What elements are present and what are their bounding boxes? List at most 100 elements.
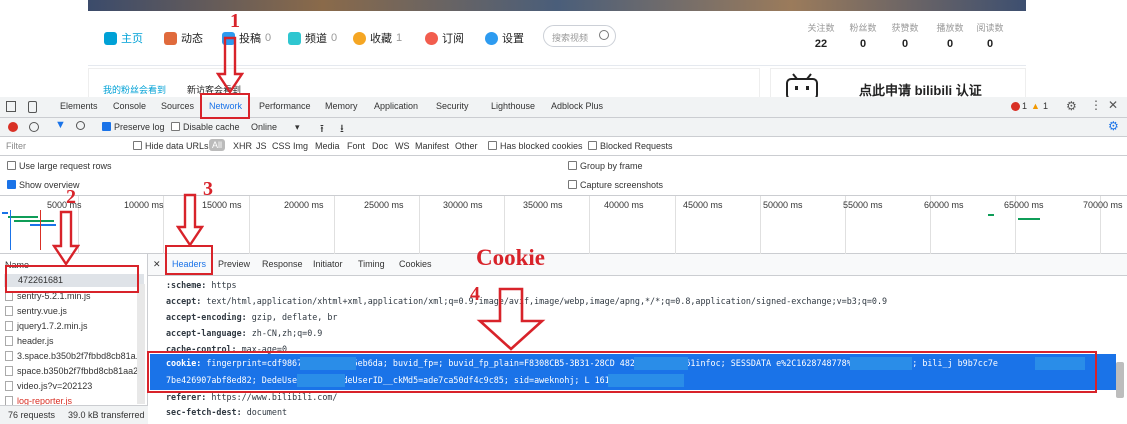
type-filter-css[interactable]: CSS xyxy=(272,141,291,151)
tab-performance[interactable]: Performance xyxy=(259,101,311,111)
type-filter-media[interactable]: Media xyxy=(315,141,340,151)
details-tab-bar: ✕ Headers Preview Response Initiator Tim… xyxy=(148,254,1127,276)
network-status-bar: 76 requests 39.0 kB transferred xyxy=(0,405,148,424)
type-filter-doc[interactable]: Doc xyxy=(372,141,388,151)
tab-preview[interactable]: Preview xyxy=(218,259,250,269)
search-icon[interactable] xyxy=(76,121,85,130)
file-icon xyxy=(5,306,13,316)
record-icon[interactable] xyxy=(8,122,18,132)
tab-lighthouse[interactable]: Lighthouse xyxy=(491,101,535,111)
clear-icon[interactable] xyxy=(29,122,39,132)
tab-memory[interactable]: Memory xyxy=(325,101,358,111)
stat-plays: 播放数 0 xyxy=(936,23,964,50)
request-details-panel: ✕ Headers Preview Response Initiator Tim… xyxy=(148,254,1127,424)
video-search-input[interactable]: 搜索视频 xyxy=(543,25,616,47)
capture-screenshots-checkbox[interactable]: Capture screenshots xyxy=(568,180,663,190)
warning-icon[interactable]: ▲ xyxy=(1031,101,1040,111)
type-filter-other[interactable]: Other xyxy=(455,141,478,151)
stat-likes: 获赞数 0 xyxy=(891,23,919,50)
tab-elements[interactable]: Elements xyxy=(60,101,98,111)
header-line[interactable]: accept-language: zh-CN,zh;q=0.9 xyxy=(166,328,322,338)
tab-security[interactable]: Security xyxy=(436,101,469,111)
tab-application[interactable]: Application xyxy=(374,101,418,111)
settings-gear-icon[interactable]: ⚙ xyxy=(1066,99,1077,113)
filter-input[interactable]: Filter xyxy=(6,141,26,151)
devtools-tab-bar: Elements Console Sources Network Perform… xyxy=(0,97,1127,118)
large-rows-checkbox[interactable]: Use large request rows xyxy=(7,161,112,171)
verify-promo-card[interactable]: 点此申请 bilibili 认证 xyxy=(770,68,1026,99)
group-by-frame-checkbox[interactable]: Group by frame xyxy=(568,161,643,171)
blocked-requests-checkbox[interactable]: Blocked Requests xyxy=(588,141,673,151)
inspect-element-icon[interactable] xyxy=(6,101,16,112)
type-filter-js[interactable]: JS xyxy=(256,141,267,151)
dynamic-icon xyxy=(164,31,177,45)
header-line[interactable]: accept-encoding: gzip, deflate, br xyxy=(166,312,337,322)
type-filter-manifest[interactable]: Manifest xyxy=(415,141,449,151)
close-details-icon[interactable]: ✕ xyxy=(153,259,161,270)
network-settings-gear-icon[interactable]: ⚙ xyxy=(1108,119,1119,133)
tab-console[interactable]: Console xyxy=(113,101,146,111)
tick-label: 15000 ms xyxy=(202,200,242,210)
close-icon[interactable]: ✕ xyxy=(1108,98,1118,112)
type-filter-ws[interactable]: WS xyxy=(395,141,410,151)
annotation-arrow-down xyxy=(476,287,546,351)
screenshot-root: 主页 动态 投稿 0 频道 0 收藏 1 订阅 设置 搜索视频 关注数 22 粉丝数 0 … xyxy=(0,0,1127,424)
type-filter-all[interactable]: All xyxy=(209,139,226,151)
type-filter-xhr[interactable]: XHR xyxy=(233,141,252,151)
disable-cache-checkbox[interactable]: Disable cache xyxy=(171,122,240,132)
tab-timing[interactable]: Timing xyxy=(358,259,385,269)
hide-data-urls-checkbox[interactable]: Hide data URLs xyxy=(133,141,209,151)
transferred-size: 39.0 kB transferred xyxy=(68,410,145,420)
request-row[interactable]: 3.space.b350b2f7fbbd8cb81a... xyxy=(5,351,140,364)
annotation-arrow-down xyxy=(216,36,244,94)
error-count: 1 xyxy=(1022,101,1028,111)
stat-fans[interactable]: 粉丝数 0 xyxy=(843,21,883,50)
channel-icon xyxy=(288,31,301,45)
request-row[interactable]: header.js xyxy=(5,336,54,349)
device-toolbar-icon[interactable] xyxy=(28,101,37,113)
request-list-scrollbar[interactable] xyxy=(137,284,145,404)
tick-label: 70000 ms xyxy=(1083,200,1123,210)
file-icon xyxy=(5,366,13,376)
star-icon xyxy=(353,31,366,45)
file-icon xyxy=(5,381,13,391)
blocked-cookies-checkbox[interactable]: Has blocked cookies xyxy=(488,141,583,151)
nav-settings[interactable]: 设置 xyxy=(485,30,524,46)
tab-response[interactable]: Response xyxy=(262,259,303,269)
tab-adblock-plus[interactable]: Adblock Plus xyxy=(551,101,603,111)
annotation-arrow-down xyxy=(176,193,204,247)
tab-initiator[interactable]: Initiator xyxy=(313,259,343,269)
tick-label: 40000 ms xyxy=(604,200,644,210)
nav-dynamic[interactable]: 动态 xyxy=(164,30,203,46)
stat-following[interactable]: 关注数 22 xyxy=(801,21,841,50)
preserve-log-checkbox[interactable]: Preserve log xyxy=(102,122,165,132)
tab-fans-view[interactable]: 我的粉丝会看到 xyxy=(103,83,166,96)
error-icon[interactable] xyxy=(1011,102,1020,111)
throttle-select[interactable]: Online ▾ xyxy=(251,122,300,133)
tab-sources[interactable]: Sources xyxy=(161,101,194,111)
header-line[interactable]: sec-fetch-dest: document xyxy=(166,407,287,417)
file-icon xyxy=(5,351,13,361)
nav-home[interactable]: 主页 xyxy=(104,30,143,46)
header-line[interactable]: referer: https://www.bilibili.com/ xyxy=(166,392,337,402)
file-icon xyxy=(5,321,13,331)
network-options: Use large request rows Group by frame Sh… xyxy=(0,156,1127,196)
filter-funnel-icon[interactable]: ▼ xyxy=(55,119,66,131)
type-filter-font[interactable]: Font xyxy=(347,141,365,151)
tick-label: 25000 ms xyxy=(364,200,404,210)
tab-cookies[interactable]: Cookies xyxy=(399,259,432,269)
heart-icon xyxy=(425,31,438,45)
request-row[interactable]: jquery1.7.2.min.js xyxy=(5,321,88,334)
nav-channel[interactable]: 频道 0 xyxy=(288,30,337,46)
more-options-icon[interactable]: ⋮ xyxy=(1090,98,1102,112)
request-row[interactable]: space.b350b2f7fbbd8cb81aa2... xyxy=(5,366,140,379)
details-scrollbar[interactable] xyxy=(1116,362,1124,398)
type-filter-img[interactable]: Img xyxy=(293,141,308,151)
request-row[interactable]: video.js?v=202123 xyxy=(5,381,92,394)
search-icon[interactable] xyxy=(599,30,609,40)
nav-subscribe[interactable]: 订阅 xyxy=(425,30,464,46)
request-row[interactable]: sentry.vue.js xyxy=(5,306,67,319)
annotation-box-network xyxy=(200,93,250,119)
header-line[interactable]: :scheme: https xyxy=(166,280,237,290)
nav-favorites[interactable]: 收藏 1 xyxy=(353,30,402,46)
